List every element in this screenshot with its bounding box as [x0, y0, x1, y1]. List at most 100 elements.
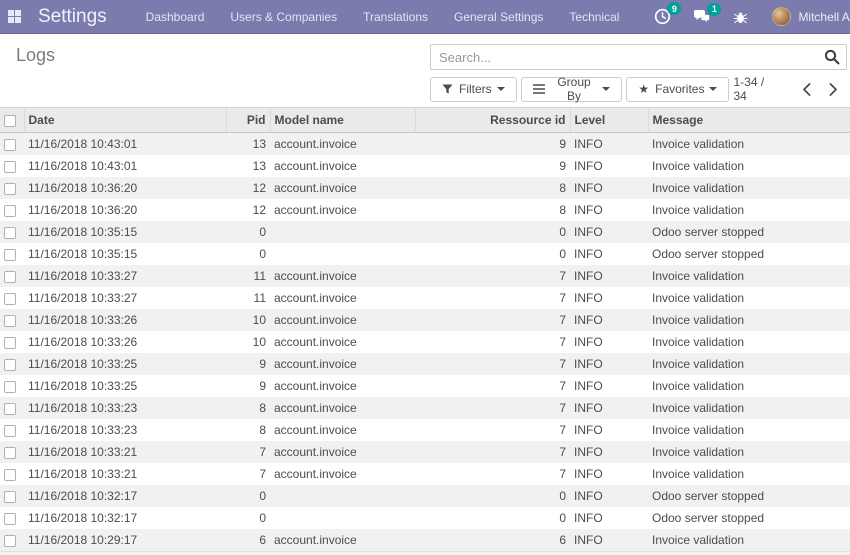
row-select-cell [0, 331, 24, 353]
cell-message: Invoice validation [648, 199, 850, 221]
table-row[interactable]: 11/16/2018 10:33:27 11 account.invoice 7… [0, 265, 850, 287]
cell-model-name: account.invoice [270, 529, 415, 551]
row-checkbox[interactable] [4, 425, 16, 437]
cell-level: INFO [570, 221, 648, 243]
table-row[interactable]: 11/16/2018 10:33:26 10 account.invoice 7… [0, 309, 850, 331]
top-navbar: Settings Dashboard Users & Companies Tra… [0, 0, 850, 34]
row-select-cell [0, 243, 24, 265]
column-header-date[interactable]: Date [24, 108, 226, 133]
debug-bug-icon[interactable] [733, 9, 748, 25]
cell-model-name: account.invoice [270, 397, 415, 419]
search-options-row: Filters Group By ★ Favorites 1-34 / 34 [430, 75, 847, 103]
cell-model-name: account.invoice [270, 309, 415, 331]
group-by-button[interactable]: Group By [521, 77, 623, 102]
cell-ressource-id: 9 [415, 133, 570, 156]
activities-clock-icon[interactable]: 9 [654, 8, 671, 25]
row-checkbox[interactable] [4, 403, 16, 415]
cell-pid: 10 [226, 331, 270, 353]
column-header-model-name[interactable]: Model name [270, 108, 415, 133]
nav-item-users-companies[interactable]: Users & Companies [217, 0, 350, 33]
cell-pid: 8 [226, 419, 270, 441]
cell-pid: 11 [226, 287, 270, 309]
row-checkbox[interactable] [4, 205, 16, 217]
column-header-message[interactable]: Message [648, 108, 850, 133]
table-row[interactable]: 11/16/2018 10:33:25 9 account.invoice 7 … [0, 375, 850, 397]
row-checkbox[interactable] [4, 315, 16, 327]
cell-date: 11/16/2018 10:36:20 [24, 177, 226, 199]
table-row[interactable]: 11/16/2018 10:29:17 6 account.invoice 6 … [0, 529, 850, 551]
search-input[interactable] [430, 44, 847, 70]
row-checkbox[interactable] [4, 249, 16, 261]
cell-date: 11/16/2018 10:33:25 [24, 353, 226, 375]
apps-grid-icon[interactable] [8, 10, 21, 23]
row-select-cell [0, 353, 24, 375]
cell-date: 11/16/2018 10:32:17 [24, 507, 226, 529]
nav-item-technical[interactable]: Technical [556, 0, 632, 33]
row-checkbox[interactable] [4, 359, 16, 371]
row-checkbox[interactable] [4, 227, 16, 239]
row-checkbox[interactable] [4, 491, 16, 503]
table-row[interactable]: 11/16/2018 10:33:23 8 account.invoice 7 … [0, 419, 850, 441]
table-row[interactable]: 11/16/2018 10:43:01 13 account.invoice 9… [0, 133, 850, 156]
cell-ressource-id: 0 [415, 507, 570, 529]
cell-model-name: account.invoice [270, 441, 415, 463]
app-title[interactable]: Settings [38, 6, 107, 28]
row-checkbox[interactable] [4, 337, 16, 349]
cell-ressource-id: 6 [415, 529, 570, 551]
row-checkbox[interactable] [4, 271, 16, 283]
row-checkbox[interactable] [4, 381, 16, 393]
cell-model-name [270, 221, 415, 243]
row-select-cell [0, 397, 24, 419]
user-menu[interactable]: Mitchell Admin (Odoo_12) [772, 7, 850, 26]
pager-next-button[interactable] [820, 83, 847, 96]
row-select-cell [0, 199, 24, 221]
nav-item-translations[interactable]: Translations [350, 0, 441, 33]
messages-chat-icon[interactable]: 1 [693, 9, 711, 25]
table-row[interactable]: 11/16/2018 10:33:21 7 account.invoice 7 … [0, 463, 850, 485]
cell-message: Invoice validation [648, 287, 850, 309]
table-row[interactable]: 11/16/2018 10:33:27 11 account.invoice 7… [0, 287, 850, 309]
logs-table: Date Pid Model name Ressource id Level M… [0, 107, 850, 551]
navbar-systray: 9 1 Mitchell Admin (Odoo_12) [632, 7, 850, 26]
table-row[interactable]: 11/16/2018 10:36:20 12 account.invoice 8… [0, 177, 850, 199]
cell-ressource-id: 7 [415, 375, 570, 397]
table-row[interactable]: 11/16/2018 10:36:20 12 account.invoice 8… [0, 199, 850, 221]
row-checkbox[interactable] [4, 513, 16, 525]
row-checkbox[interactable] [4, 469, 16, 481]
row-checkbox[interactable] [4, 293, 16, 305]
pager-previous-button[interactable] [793, 83, 820, 96]
table-row[interactable]: 11/16/2018 10:33:23 8 account.invoice 7 … [0, 397, 850, 419]
row-select-cell [0, 485, 24, 507]
cell-pid: 10 [226, 309, 270, 331]
row-checkbox[interactable] [4, 535, 16, 547]
column-header-ressource-id[interactable]: Ressource id [415, 108, 570, 133]
column-header-level[interactable]: Level [570, 108, 648, 133]
table-row[interactable]: 11/16/2018 10:33:25 9 account.invoice 7 … [0, 353, 850, 375]
row-select-cell [0, 133, 24, 156]
cell-level: INFO [570, 133, 648, 156]
row-checkbox[interactable] [4, 139, 16, 151]
table-row[interactable]: 11/16/2018 10:43:01 13 account.invoice 9… [0, 155, 850, 177]
nav-item-general-settings[interactable]: General Settings [441, 0, 556, 33]
table-row[interactable]: 11/16/2018 10:32:17 0 0 INFO Odoo server… [0, 507, 850, 529]
filters-button[interactable]: Filters [430, 77, 517, 102]
row-checkbox[interactable] [4, 183, 16, 195]
row-checkbox[interactable] [4, 161, 16, 173]
nav-item-dashboard[interactable]: Dashboard [133, 0, 218, 33]
table-row[interactable]: 11/16/2018 10:33:21 7 account.invoice 7 … [0, 441, 850, 463]
column-header-pid[interactable]: Pid [226, 108, 270, 133]
table-row[interactable]: 11/16/2018 10:33:26 10 account.invoice 7… [0, 331, 850, 353]
search-icon[interactable] [824, 49, 840, 68]
cell-message: Invoice validation [648, 529, 850, 551]
table-row[interactable]: 11/16/2018 10:35:15 0 0 INFO Odoo server… [0, 221, 850, 243]
cell-model-name: account.invoice [270, 331, 415, 353]
select-all-checkbox[interactable] [4, 115, 16, 127]
cell-level: INFO [570, 507, 648, 529]
favorites-button[interactable]: ★ Favorites [626, 77, 729, 102]
row-checkbox[interactable] [4, 447, 16, 459]
cell-message: Invoice validation [648, 353, 850, 375]
table-row[interactable]: 11/16/2018 10:32:17 0 0 INFO Odoo server… [0, 485, 850, 507]
table-row[interactable]: 11/16/2018 10:35:15 0 0 INFO Odoo server… [0, 243, 850, 265]
cell-pid: 7 [226, 441, 270, 463]
row-select-cell [0, 221, 24, 243]
